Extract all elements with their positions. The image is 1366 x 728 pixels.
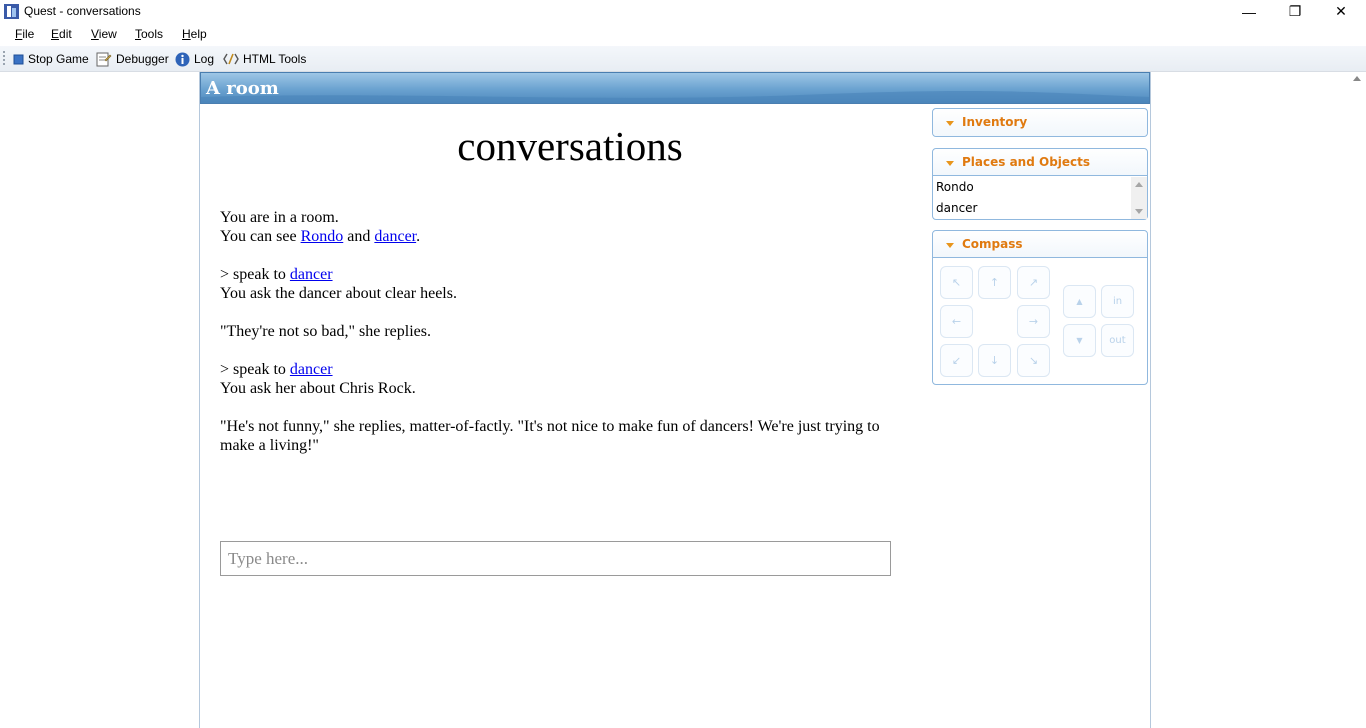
debugger-icon bbox=[96, 52, 112, 67]
places-pane-header[interactable]: Places and Objects bbox=[933, 149, 1147, 176]
command-echo: > speak to dancer bbox=[220, 361, 333, 378]
close-button[interactable]: ✕ bbox=[1318, 0, 1364, 23]
output-line: "They're not so bad," she replies. bbox=[220, 323, 431, 340]
stop-game-button[interactable]: Stop Game bbox=[13, 50, 89, 68]
window-title: Quest - conversations bbox=[24, 4, 141, 18]
debugger-label: Debugger bbox=[116, 52, 169, 66]
inventory-pane-title: Inventory bbox=[962, 115, 1028, 129]
output-line: "He's not funny," she replies, matter-of… bbox=[220, 418, 880, 454]
debugger-button[interactable]: Debugger bbox=[96, 50, 169, 68]
compass-pane-title: Compass bbox=[962, 237, 1023, 251]
command-input[interactable] bbox=[221, 542, 890, 575]
list-item[interactable]: dancer bbox=[936, 201, 978, 215]
object-link-dancer[interactable]: dancer bbox=[290, 266, 333, 283]
compass-west-button[interactable]: ← bbox=[940, 305, 973, 338]
list-item[interactable]: Rondo bbox=[936, 180, 974, 194]
compass-in-button[interactable]: in bbox=[1101, 285, 1134, 318]
room-name: A room bbox=[206, 78, 279, 99]
menu-help[interactable]: Help bbox=[182, 27, 207, 41]
minimize-button[interactable]: — bbox=[1226, 0, 1272, 23]
scroll-up-arrow-icon[interactable] bbox=[1353, 76, 1361, 81]
output-line: You ask her about Chris Rock. bbox=[220, 380, 416, 397]
menu-tools[interactable]: Tools bbox=[135, 27, 163, 41]
inventory-pane: Inventory bbox=[932, 108, 1148, 137]
output-line: You ask the dancer about clear heels. bbox=[220, 285, 457, 302]
menu-edit[interactable]: Edit bbox=[51, 27, 72, 41]
title-bar: Quest - conversations — ❐ ✕ bbox=[0, 0, 1366, 23]
toolbar-grip[interactable] bbox=[3, 51, 5, 65]
info-icon bbox=[175, 52, 190, 66]
header-wave-decoration bbox=[201, 91, 1149, 103]
game-frame: A room conversations You are in a room. … bbox=[199, 72, 1151, 728]
compass-southwest-button[interactable]: ↙ bbox=[940, 344, 973, 377]
html-tools-icon bbox=[223, 53, 239, 65]
compass-down-button[interactable]: ▼ bbox=[1063, 324, 1096, 357]
compass-northwest-button[interactable]: ↖ bbox=[940, 266, 973, 299]
places-list-scrollbar[interactable] bbox=[1131, 177, 1147, 219]
html-tools-label: HTML Tools bbox=[243, 52, 307, 66]
inventory-pane-header[interactable]: Inventory bbox=[933, 109, 1147, 136]
compass-grid: ↖ ↑ ↗ ← → ↙ ↓ ↘ ▲ in ▼ out bbox=[933, 259, 1147, 385]
room-header: A room bbox=[200, 72, 1150, 104]
compass-out-button[interactable]: out bbox=[1101, 324, 1134, 357]
stop-game-label: Stop Game bbox=[28, 52, 89, 66]
maximize-button[interactable]: ❐ bbox=[1272, 0, 1318, 23]
quest-app-icon bbox=[4, 4, 19, 19]
compass-pane: Compass ↖ ↑ ↗ ← → ↙ ↓ ↘ ▲ in ▼ out bbox=[932, 230, 1148, 385]
expand-triangle-icon bbox=[946, 243, 954, 248]
places-pane-title: Places and Objects bbox=[962, 155, 1091, 169]
compass-pane-header[interactable]: Compass bbox=[933, 231, 1147, 258]
places-objects-pane: Places and Objects Rondo dancer bbox=[932, 148, 1148, 220]
log-label: Log bbox=[194, 52, 215, 66]
scroll-up-arrow-icon[interactable] bbox=[1135, 182, 1143, 187]
expand-triangle-icon bbox=[946, 121, 954, 126]
toolbar: Stop Game Debugger Log HTML Tools bbox=[0, 46, 1366, 72]
page-scrollbar[interactable] bbox=[1349, 72, 1366, 728]
game-output: You are in a room. You can see Rondo and… bbox=[220, 208, 900, 455]
stop-icon bbox=[13, 54, 24, 64]
menu-view[interactable]: View bbox=[91, 27, 117, 41]
object-link-dancer[interactable]: dancer bbox=[374, 228, 416, 245]
scroll-down-arrow-icon[interactable] bbox=[1135, 209, 1143, 214]
expand-triangle-icon bbox=[946, 161, 954, 166]
compass-north-button[interactable]: ↑ bbox=[978, 266, 1011, 299]
compass-east-button[interactable]: → bbox=[1017, 305, 1050, 338]
log-button[interactable]: Log bbox=[175, 50, 214, 68]
object-link-rondo[interactable]: Rondo bbox=[301, 228, 344, 245]
command-echo: > speak to dancer bbox=[220, 266, 333, 283]
html-tools-button[interactable]: HTML Tools bbox=[223, 50, 306, 68]
menu-file[interactable]: File bbox=[15, 27, 34, 41]
output-line: You are in a room. bbox=[220, 209, 339, 226]
output-line: You can see Rondo and dancer. bbox=[220, 228, 421, 245]
compass-northeast-button[interactable]: ↗ bbox=[1017, 266, 1050, 299]
menu-bar: File Edit View Tools Help bbox=[0, 23, 1366, 46]
compass-up-button[interactable]: ▲ bbox=[1063, 285, 1096, 318]
command-box bbox=[220, 541, 891, 576]
game-title: conversations bbox=[457, 123, 683, 169]
compass-southeast-button[interactable]: ↘ bbox=[1017, 344, 1050, 377]
places-list: Rondo dancer bbox=[933, 177, 1147, 219]
object-link-dancer[interactable]: dancer bbox=[290, 361, 333, 378]
compass-south-button[interactable]: ↓ bbox=[978, 344, 1011, 377]
